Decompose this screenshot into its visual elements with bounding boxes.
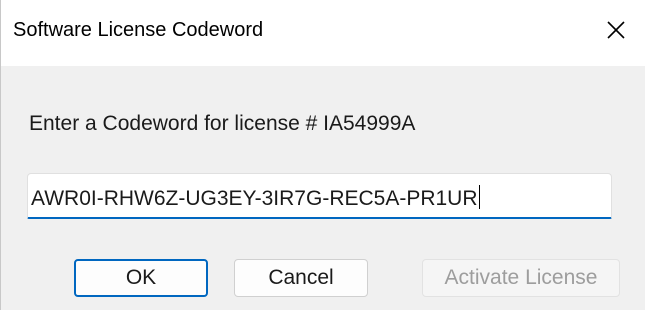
codeword-prompt: Enter a Codeword for license # IA54999A [29,112,416,135]
close-button[interactable] [590,0,645,62]
close-icon [607,21,625,39]
activate-license-button[interactable]: Activate License [422,259,620,297]
window-title: Software License Codeword [13,19,264,41]
license-dialog: Software License Codeword Enter a Codewo… [0,0,645,310]
codeword-input[interactable]: AWR0I-RHW6Z-UG3EY-3IR7G-REC5A-PR1UR [27,173,612,219]
ok-button[interactable]: OK [74,259,208,297]
cancel-button[interactable]: Cancel [234,259,368,297]
codeword-text: AWR0I-RHW6Z-UG3EY-3IR7G-REC5A-PR1UR [31,187,478,210]
text-caret [478,185,480,209]
title-bar: Software License Codeword [1,0,645,66]
codeword-value: AWR0I-RHW6Z-UG3EY-3IR7G-REC5A-PR1UR [31,185,480,211]
